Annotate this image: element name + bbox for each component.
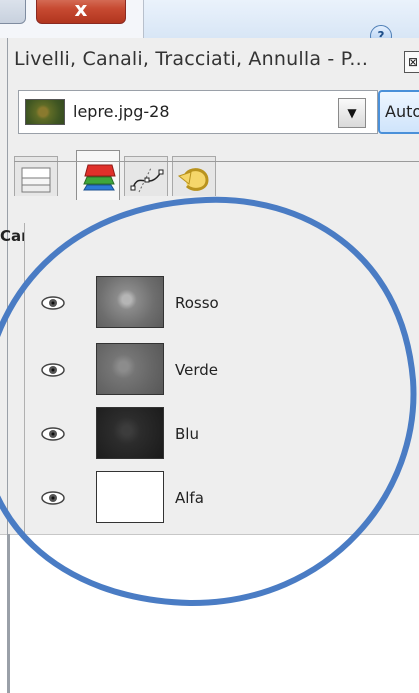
list-bottom-border xyxy=(0,534,419,535)
channel-label: Blu xyxy=(175,425,199,443)
close-icon: x xyxy=(74,0,88,21)
window-button[interactable] xyxy=(0,0,26,24)
dock-tabs xyxy=(14,150,419,200)
eye-icon[interactable] xyxy=(40,490,66,506)
tabs-baseline xyxy=(14,161,419,162)
dock-close-icon[interactable]: ⊠ xyxy=(404,51,419,73)
channel-thumbnail xyxy=(96,343,164,395)
channels-icon xyxy=(83,164,116,191)
channel-row-rosso[interactable]: Rosso xyxy=(25,273,419,331)
eye-icon[interactable] xyxy=(40,426,66,442)
channel-thumbnail xyxy=(96,471,164,523)
undo-history-icon xyxy=(177,168,209,191)
image-selector-combo[interactable]: lepre.jpg-28 ▼ xyxy=(18,90,378,134)
dock-title: Livelli, Canali, Tracciati, Annulla - P.… xyxy=(14,48,369,70)
image-thumbnail xyxy=(25,99,65,125)
channel-list: Rosso Verde Blu Alfa xyxy=(25,224,419,524)
channel-label: Verde xyxy=(175,361,218,379)
channel-thumbnail xyxy=(96,407,164,459)
channel-row-blu[interactable]: Blu xyxy=(25,404,419,462)
channel-label: Rosso xyxy=(175,294,219,312)
window-close-button[interactable]: x xyxy=(36,0,126,24)
chevron-down-icon[interactable]: ▼ xyxy=(338,98,366,128)
eye-icon[interactable] xyxy=(40,295,66,311)
tab-undo-history[interactable] xyxy=(172,156,216,196)
channel-row-verde[interactable]: Verde xyxy=(25,340,419,398)
eye-icon[interactable] xyxy=(40,362,66,378)
tab-paths[interactable] xyxy=(124,156,168,196)
window-titlebar: x ? xyxy=(0,0,419,38)
layers-icon xyxy=(21,167,51,193)
channel-thumbnail xyxy=(96,276,164,328)
tab-layers[interactable] xyxy=(14,156,58,196)
image-name: lepre.jpg-28 xyxy=(73,102,170,121)
empty-list-area xyxy=(0,534,419,693)
left-edge-bar xyxy=(7,534,10,693)
image-selector-row: lepre.jpg-28 ▼ Auto xyxy=(14,90,419,136)
channel-row-alfa[interactable]: Alfa xyxy=(25,468,419,526)
tab-channels[interactable] xyxy=(76,150,120,200)
channel-label: Alfa xyxy=(175,489,204,507)
paths-icon xyxy=(130,167,164,193)
auto-button[interactable]: Auto xyxy=(378,90,419,134)
